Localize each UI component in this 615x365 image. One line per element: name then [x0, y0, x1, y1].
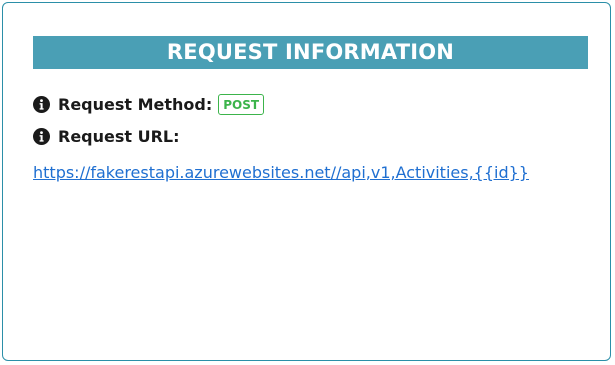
request-information-card: REQUEST INFORMATION Request Method: POST…	[2, 2, 611, 361]
request-method-row: Request Method: POST	[33, 92, 265, 116]
info-circle-icon	[33, 95, 50, 113]
info-circle-icon	[33, 127, 50, 145]
request-url-link[interactable]: https://fakerestapi.azurewebsites.net//a…	[33, 156, 583, 189]
request-url-row: Request URL:	[33, 124, 186, 148]
request-url-label: Request URL:	[58, 126, 180, 146]
request-method-label: Request Method:	[58, 94, 213, 114]
method-badge: POST	[218, 93, 265, 115]
card-title: REQUEST INFORMATION	[33, 36, 588, 69]
